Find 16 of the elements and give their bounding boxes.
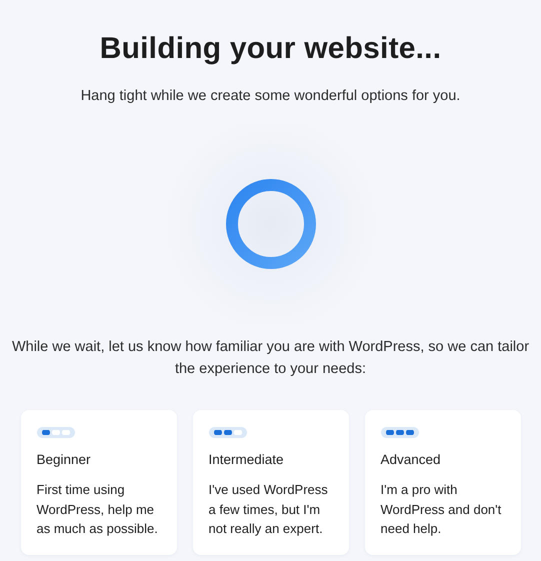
level-indicator-icon [36, 427, 74, 438]
loading-spinner-icon [224, 178, 316, 270]
experience-option-card[interactable]: Intermediate I've used WordPress a few times, but I'm not really an expert. [192, 410, 348, 555]
experience-option-card[interactable]: Beginner First time using WordPress, help me as much as possible. [20, 410, 176, 555]
question-text: While we wait, let us know how familiar you are with WordPress, so we can tailor the experience to your needs: [10, 338, 530, 379]
page-title: Building your website... [100, 32, 442, 66]
level-indicator-icon [380, 427, 418, 438]
option-description: I'm a pro with WordPress and don't need help. [380, 481, 502, 538]
option-description: I've used WordPress a few times, but I'm not really an expert. [208, 481, 329, 538]
option-title: Intermediate [208, 452, 284, 467]
experience-option-card[interactable]: Advanced I'm a pro with WordPress and don't need help. [364, 410, 520, 555]
subtitle: Hang tight while we create some wonderful options for you. [80, 88, 460, 104]
level-indicator-icon [208, 427, 246, 438]
option-title: Advanced [380, 452, 441, 467]
option-title: Beginner [36, 452, 91, 467]
option-description: First time using WordPress, help me as much as possible. [36, 481, 159, 538]
